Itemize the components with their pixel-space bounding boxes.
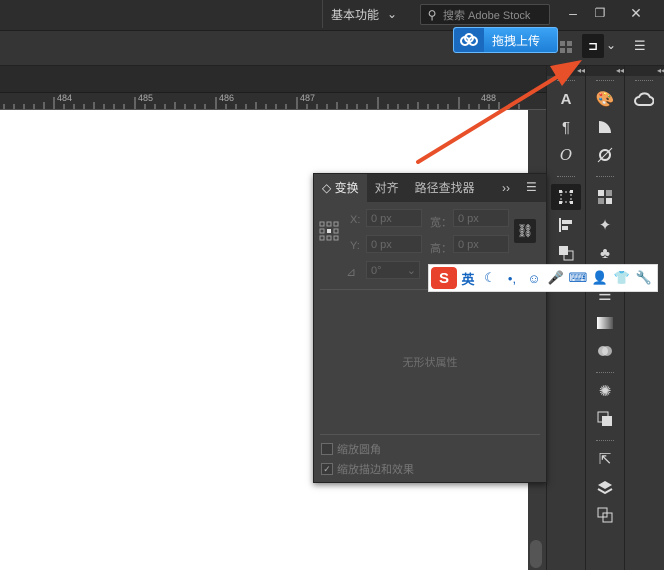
grid-icon[interactable] <box>560 40 572 53</box>
creative-cloud-libraries-icon[interactable] <box>629 86 659 112</box>
ruler-tick-label: 487 <box>300 93 316 103</box>
swatches-icon[interactable] <box>590 184 620 210</box>
sogou-logo-icon[interactable]: S <box>431 267 457 289</box>
scrollbar-thumb[interactable] <box>530 540 542 568</box>
transform-icon[interactable] <box>551 184 581 210</box>
skin-shirt-icon[interactable]: 👕 <box>611 270 633 286</box>
minimize-button[interactable]: – <box>561 2 585 24</box>
close-button[interactable]: ✕ <box>624 2 648 24</box>
tab-transform[interactable]: ◇ 变换 <box>314 174 367 202</box>
transparency-icon[interactable] <box>590 338 620 364</box>
stock-search-input[interactable]: ⚲ 搜索 Adobe Stock <box>420 4 550 25</box>
appearance-icon[interactable]: ✺ <box>590 378 620 404</box>
arrange-documents-icon[interactable]: ⊐ <box>582 34 604 58</box>
panel-tab-bar: ◇ 变换 对齐 路径查找器 ›› ☰ <box>314 174 546 202</box>
collapse-arrows-icon[interactable]: ◂◂ <box>625 66 664 76</box>
ime-toolbar: S 英 ☾ •, ☺ 🎤 ⌨ 👤 👕 🔧 <box>428 264 658 292</box>
ruler-tick-label: 485 <box>138 93 154 103</box>
pathfinder-icon[interactable] <box>551 240 581 266</box>
tab-pathfinder[interactable]: 路径查找器 <box>407 174 483 202</box>
layers-icon[interactable] <box>590 474 620 500</box>
constrain-proportions-icon[interactable]: ⛓ <box>514 219 536 243</box>
opentype-icon[interactable]: O <box>551 142 581 168</box>
divider <box>320 434 540 435</box>
artboards-icon[interactable] <box>590 502 620 528</box>
punctuation-icon[interactable]: •, <box>501 271 523 286</box>
upload-label: 拖拽上传 <box>492 33 541 48</box>
collapse-arrows-icon[interactable]: ◂◂ <box>586 66 624 76</box>
horizontal-ruler: 484 485 486 487 488 <box>0 93 546 110</box>
x-field[interactable]: 0 px <box>366 209 422 227</box>
user-icon[interactable]: 👤 <box>589 270 611 286</box>
scale-corners-checkbox[interactable] <box>321 443 333 455</box>
angle-field[interactable]: 0° ⌄ <box>366 261 420 279</box>
ruler-tick-label: 486 <box>219 93 235 103</box>
half-width-moon-icon[interactable]: ☾ <box>479 270 501 286</box>
cloud-icon <box>454 28 484 52</box>
search-icon: ⚲ <box>427 7 437 22</box>
width-label: 宽： <box>430 217 452 229</box>
search-placeholder: 搜索 Adobe Stock <box>443 9 531 22</box>
ruler-tick-label: 484 <box>57 93 73 103</box>
voice-mic-icon[interactable]: 🎤 <box>545 270 567 286</box>
drag-upload-button[interactable]: 拖拽上传 <box>453 27 558 53</box>
color-themes-icon[interactable] <box>590 142 620 168</box>
symbols-icon[interactable]: ♣ <box>590 240 620 266</box>
workspace-switcher[interactable]: 基本功能 ⌄ <box>322 0 397 28</box>
angle-icon: ⊿ <box>346 265 357 279</box>
paragraph-icon[interactable]: ¶ <box>551 114 581 140</box>
height-label: 高： <box>430 243 452 255</box>
export-icon[interactable]: ⇱ <box>590 446 620 472</box>
collapse-arrows-icon[interactable]: ◂◂ <box>547 66 585 76</box>
menu-bar: 基本功能 ⌄ ⚲ 搜索 Adobe Stock – ❐ ✕ <box>0 0 664 31</box>
gradient-icon[interactable] <box>590 310 620 336</box>
tools-dock-column-1: ◂◂ A ¶ O <box>546 66 585 570</box>
settings-wrench-icon[interactable]: 🔧 <box>633 270 655 286</box>
x-label: X: <box>350 214 361 226</box>
scale-strokes-label: 缩放描边和效果 <box>337 464 414 476</box>
width-field[interactable]: 0 px <box>453 209 509 227</box>
graphic-styles-icon[interactable] <box>590 406 620 432</box>
workspace-label: 基本功能 <box>331 7 380 22</box>
brushes-icon[interactable]: ✦ <box>590 212 620 238</box>
keyboard-icon[interactable]: ⌨ <box>567 270 589 286</box>
scale-corners-label: 缩放圆角 <box>337 444 381 456</box>
reference-point-icon[interactable] <box>319 221 339 246</box>
character-icon[interactable]: A <box>551 86 581 112</box>
y-label: Y: <box>350 240 360 252</box>
y-field[interactable]: 0 px <box>366 235 422 253</box>
list-menu-icon[interactable]: ☰ <box>634 38 646 54</box>
ime-mode-toggle[interactable]: 英 <box>457 269 479 288</box>
tools-dock-column-2: ◂◂ 🎨 ✦ ♣ ☰ ✺ ⇱ <box>585 66 624 570</box>
chevron-down-icon: ⌄ <box>387 7 398 21</box>
chevron-down-icon[interactable]: ⌄ <box>606 38 616 52</box>
emoji-icon[interactable]: ☺ <box>523 271 545 286</box>
tab-align[interactable]: 对齐 <box>367 174 407 202</box>
height-field[interactable]: 0 px <box>453 235 509 253</box>
color-guide-icon[interactable] <box>590 114 620 140</box>
restore-button[interactable]: ❐ <box>588 2 612 24</box>
scale-strokes-checkbox[interactable]: ✓ <box>321 463 333 475</box>
align-icon[interactable] <box>551 212 581 238</box>
ruler-tick-label: 488 <box>481 93 497 103</box>
tools-dock-column-3: ◂◂ <box>624 66 664 570</box>
expand-panel-icon[interactable]: ›› <box>502 181 510 195</box>
color-palette-icon[interactable]: 🎨 <box>590 86 620 112</box>
transform-panel: ◇ 变换 对齐 路径查找器 ›› ☰ X: 0 px 宽： 0 px Y: 0 … <box>313 173 547 483</box>
panel-menu-icon[interactable]: ☰ <box>526 180 537 194</box>
document-tab-bar <box>0 66 546 93</box>
no-shape-properties-text: 无形状属性 <box>402 357 458 369</box>
